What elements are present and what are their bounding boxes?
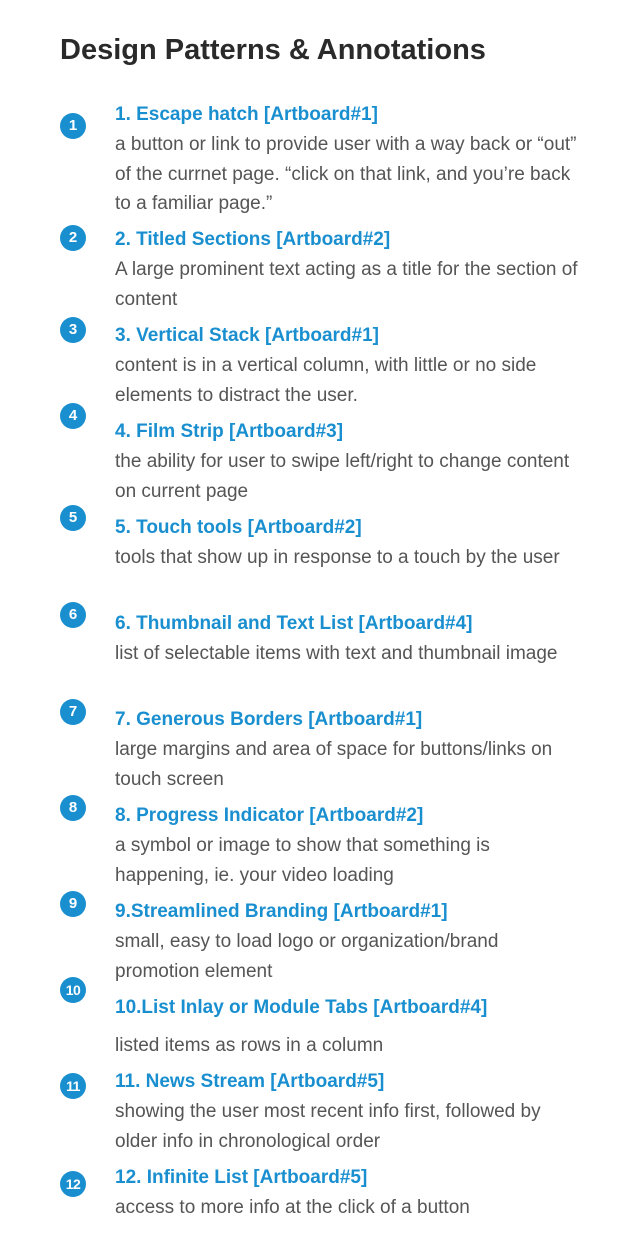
item-description: access to more info at the click of a bu…: [115, 1197, 470, 1218]
item-number-badge: 8: [60, 795, 86, 821]
item-description: a button or link to provide user with a …: [115, 134, 577, 214]
item-description: list of selectable items with text and t…: [115, 643, 558, 664]
item-title: 1. Escape hatch [Artboard#1]: [115, 104, 378, 125]
item-title: 4. Film Strip [Artboard#3]: [115, 421, 344, 442]
item-number-badge: 10: [60, 977, 86, 1003]
item-description: large margins and area of space for butt…: [115, 739, 553, 790]
item-description: tools that show up in response to a touc…: [115, 547, 560, 568]
item-title: 11. News Stream [Artboard#5]: [115, 1071, 385, 1092]
item-title: 10.List Inlay or Module Tabs [Artboard#4…: [115, 997, 488, 1018]
item-number-badge: 4: [60, 403, 86, 429]
item-number-badge: 5: [60, 505, 86, 531]
item-title: 6. Thumbnail and Text List [Artboard#4]: [115, 613, 473, 634]
item-number-badge: 3: [60, 317, 86, 343]
item-number-badge: 1: [60, 113, 86, 139]
item-title: 12. Infinite List [Artboard#5]: [115, 1167, 368, 1188]
item-number-badge: 2: [60, 225, 86, 251]
item-title: 5. Touch tools [Artboard#2]: [115, 517, 362, 538]
item-description: a symbol or image to show that something…: [115, 835, 490, 886]
item-description: small, easy to load logo or organization…: [115, 931, 499, 982]
item-title: 3. Vertical Stack [Artboard#1]: [115, 325, 379, 346]
item-number-badge: 6: [60, 602, 86, 628]
page-title: Design Patterns & Annotations: [60, 34, 486, 66]
item-title: 7. Generous Borders [Artboard#1]: [115, 709, 423, 730]
item-number-badge: 11: [60, 1073, 86, 1099]
item-number-badge: 9: [60, 891, 86, 917]
item-description: A large prominent text acting as a title…: [115, 259, 578, 310]
item-description: content is in a vertical column, with li…: [115, 355, 537, 406]
item-title: 8. Progress Indicator [Artboard#2]: [115, 805, 424, 826]
item-description: the ability for user to swipe left/right…: [115, 451, 570, 502]
item-description: showing the user most recent info first,…: [115, 1101, 541, 1152]
item-number-badge: 12: [60, 1171, 86, 1197]
item-title: 2. Titled Sections [Artboard#2]: [115, 229, 391, 250]
item-number-badge: 7: [60, 699, 86, 725]
item-title: 9.Streamlined Branding [Artboard#1]: [115, 901, 448, 922]
item-description: listed items as rows in a column: [115, 1035, 384, 1056]
